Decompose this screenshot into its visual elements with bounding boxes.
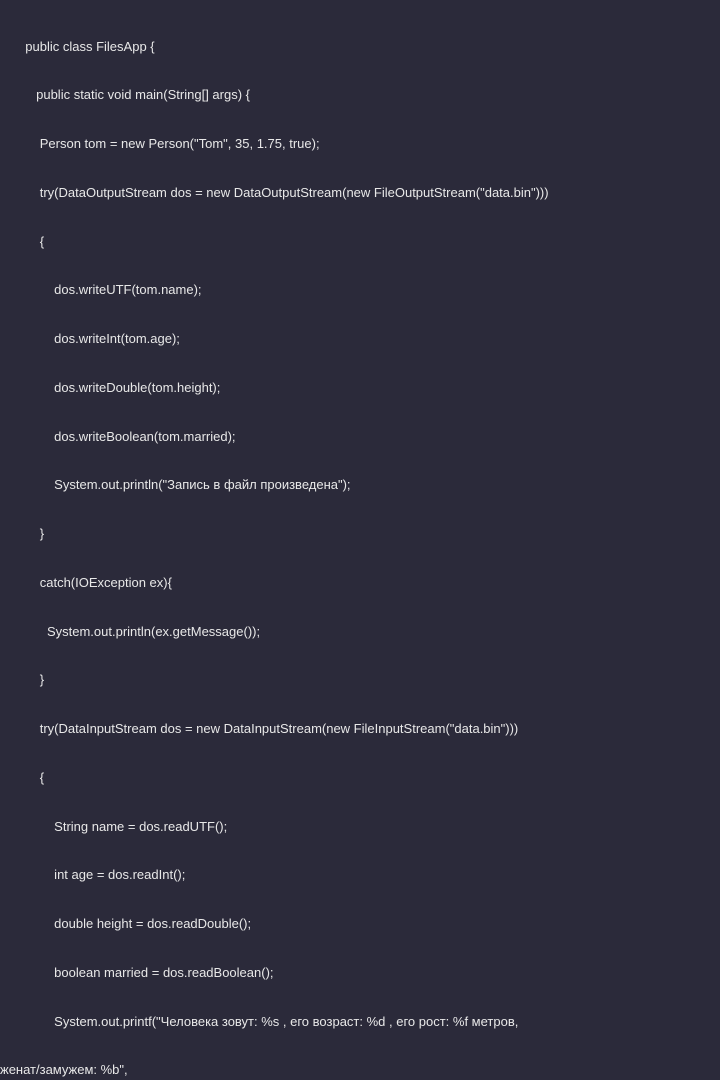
code-line: double height = dos.readDouble();	[0, 916, 720, 932]
code-line: int age = dos.readInt();	[0, 867, 720, 883]
code-line: public class FilesApp {	[0, 39, 720, 55]
code-line: dos.writeBoolean(tom.married);	[0, 429, 720, 445]
code-line: try(DataOutputStream dos = new DataOutpu…	[0, 185, 720, 201]
code-line: dos.writeDouble(tom.height);	[0, 380, 720, 396]
code-line: }	[0, 672, 720, 688]
code-line: public static void main(String[] args) {	[0, 87, 720, 103]
code-slide-block: public class FilesApp { public static vo…	[0, 0, 720, 1080]
code-line: {	[0, 234, 720, 250]
code-line: dos.writeUTF(tom.name);	[0, 282, 720, 298]
code-line: System.out.println("Запись в файл произв…	[0, 477, 720, 493]
code-line: String name = dos.readUTF();	[0, 819, 720, 835]
code-line: System.out.printf("Человека зовут: %s , …	[0, 1014, 720, 1030]
code-line: dos.writeInt(tom.age);	[0, 331, 720, 347]
code-line: System.out.println(ex.getMessage());	[0, 624, 720, 640]
code-line: {	[0, 770, 720, 786]
code-line: Person tom = new Person("Tom", 35, 1.75,…	[0, 136, 720, 152]
code-line: женат/замужем: %b",	[0, 1062, 720, 1078]
code-line: boolean married = dos.readBoolean();	[0, 965, 720, 981]
code-line: catch(IOException ex){	[0, 575, 720, 591]
code-line: try(DataInputStream dos = new DataInputS…	[0, 721, 720, 737]
